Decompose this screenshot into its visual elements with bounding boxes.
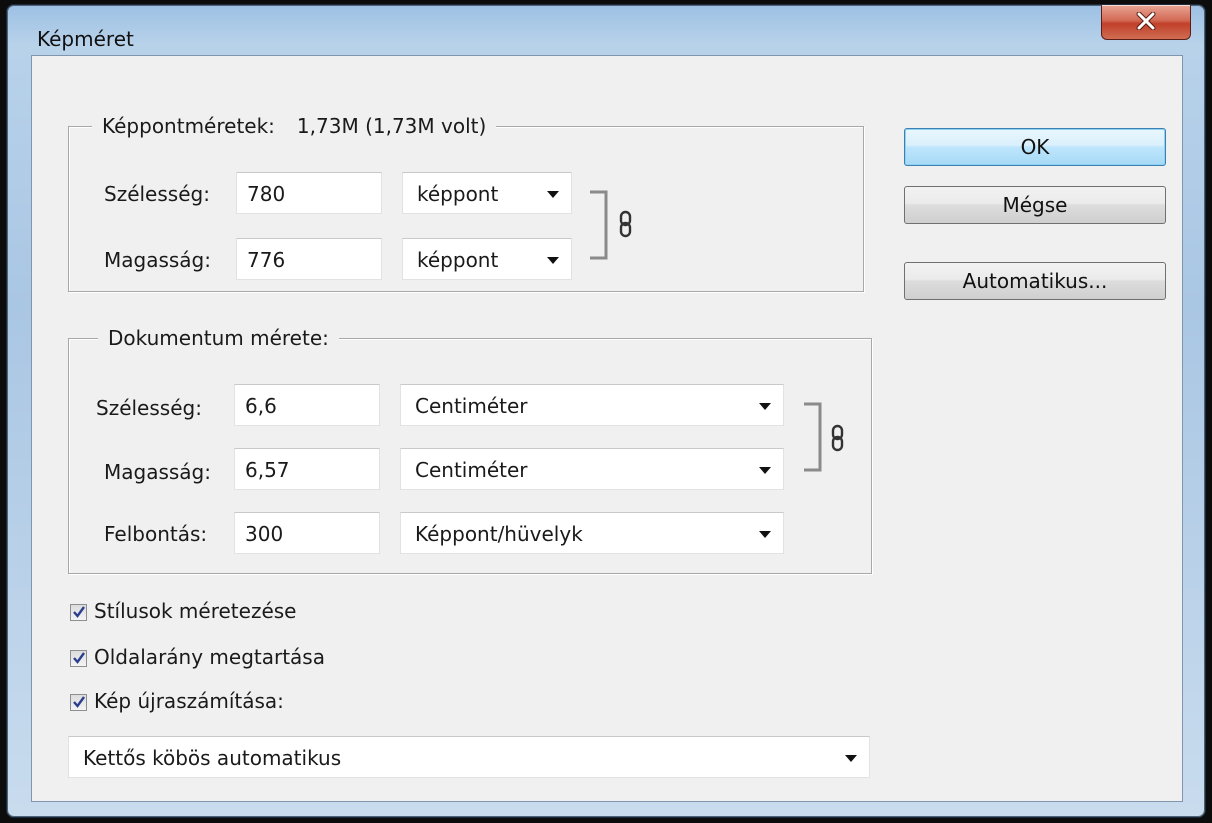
chain-link-icon[interactable] — [618, 210, 634, 242]
cancel-button[interactable]: Mégse — [904, 186, 1166, 224]
dialog-body: Képpontméretek: 1,73M (1,73M volt) Széles… — [31, 55, 1183, 802]
chevron-down-icon — [759, 403, 771, 410]
pixel-width-unit-select[interactable]: képpont — [402, 172, 572, 214]
doc-width-unit-value: Centiméter — [415, 394, 528, 418]
doc-width-label: Szélesség: — [96, 396, 202, 420]
pixel-height-unit-value: képpont — [417, 248, 499, 272]
pixel-size-value: 1,73M (1,73M volt) — [296, 114, 487, 138]
checkmark-icon — [73, 696, 85, 708]
doc-width-input[interactable]: 6,6 — [234, 384, 380, 426]
resolution-label: Felbontás: — [104, 522, 208, 546]
pixel-dimensions-legend: Képpontméretek: 1,73M (1,73M volt) — [92, 114, 497, 138]
checkmark-icon — [73, 652, 85, 664]
auto-button[interactable]: Automatikus... — [904, 262, 1166, 300]
chevron-down-icon — [759, 467, 771, 474]
close-button[interactable] — [1101, 5, 1191, 40]
resample-checkbox[interactable] — [70, 694, 87, 711]
checkmark-icon — [73, 606, 85, 618]
doc-height-unit-value: Centiméter — [415, 458, 528, 482]
doc-height-label: Magasság: — [104, 460, 211, 484]
chevron-down-icon — [845, 755, 857, 762]
doc-height-unit-select[interactable]: Centiméter — [400, 448, 784, 490]
document-size-legend: Dokumentum mérete: — [98, 326, 339, 350]
scale-styles-label: Stílusok méretezése — [94, 599, 297, 623]
resample-label: Kép újraszámítása: — [94, 689, 284, 713]
resolution-input[interactable]: 300 — [234, 512, 380, 554]
resolution-unit-select[interactable]: Képpont/hüvelyk — [400, 512, 784, 554]
chain-link-icon[interactable] — [830, 424, 846, 456]
chevron-down-icon — [547, 191, 559, 198]
resample-method-value: Kettős köbös automatikus — [83, 746, 342, 770]
chevron-down-icon — [759, 531, 771, 538]
image-size-dialog: Képméret Képpontméretek: 1,73M (1,73M vol… — [6, 4, 1206, 818]
resolution-unit-value: Képpont/hüvelyk — [415, 522, 583, 546]
dialog-title: Képméret — [37, 27, 134, 51]
pixel-width-input[interactable]: 780 — [236, 172, 382, 214]
scale-styles-checkbox[interactable] — [70, 604, 87, 621]
doc-height-input[interactable]: 6,57 — [234, 448, 380, 490]
pixel-width-label: Szélesség: — [104, 182, 210, 206]
pixel-height-unit-select[interactable]: képpont — [402, 238, 572, 280]
doc-width-unit-select[interactable]: Centiméter — [400, 384, 784, 426]
ok-button[interactable]: OK — [904, 128, 1166, 166]
pixel-dimensions-label: Képpontméretek: — [102, 114, 275, 138]
chevron-down-icon — [547, 257, 559, 264]
pixel-height-label: Magasság: — [104, 248, 211, 272]
title-bar[interactable]: Képméret — [7, 5, 1205, 57]
document-link-bracket — [804, 402, 822, 472]
constrain-proportions-label: Oldalarány megtartása — [94, 645, 325, 669]
constrain-proportions-checkbox[interactable] — [70, 650, 87, 667]
pixel-width-unit-value: képpont — [417, 182, 499, 206]
pixel-height-input[interactable]: 776 — [236, 238, 382, 280]
pixel-link-bracket — [590, 190, 608, 260]
resample-method-select[interactable]: Kettős köbös automatikus — [68, 736, 870, 778]
